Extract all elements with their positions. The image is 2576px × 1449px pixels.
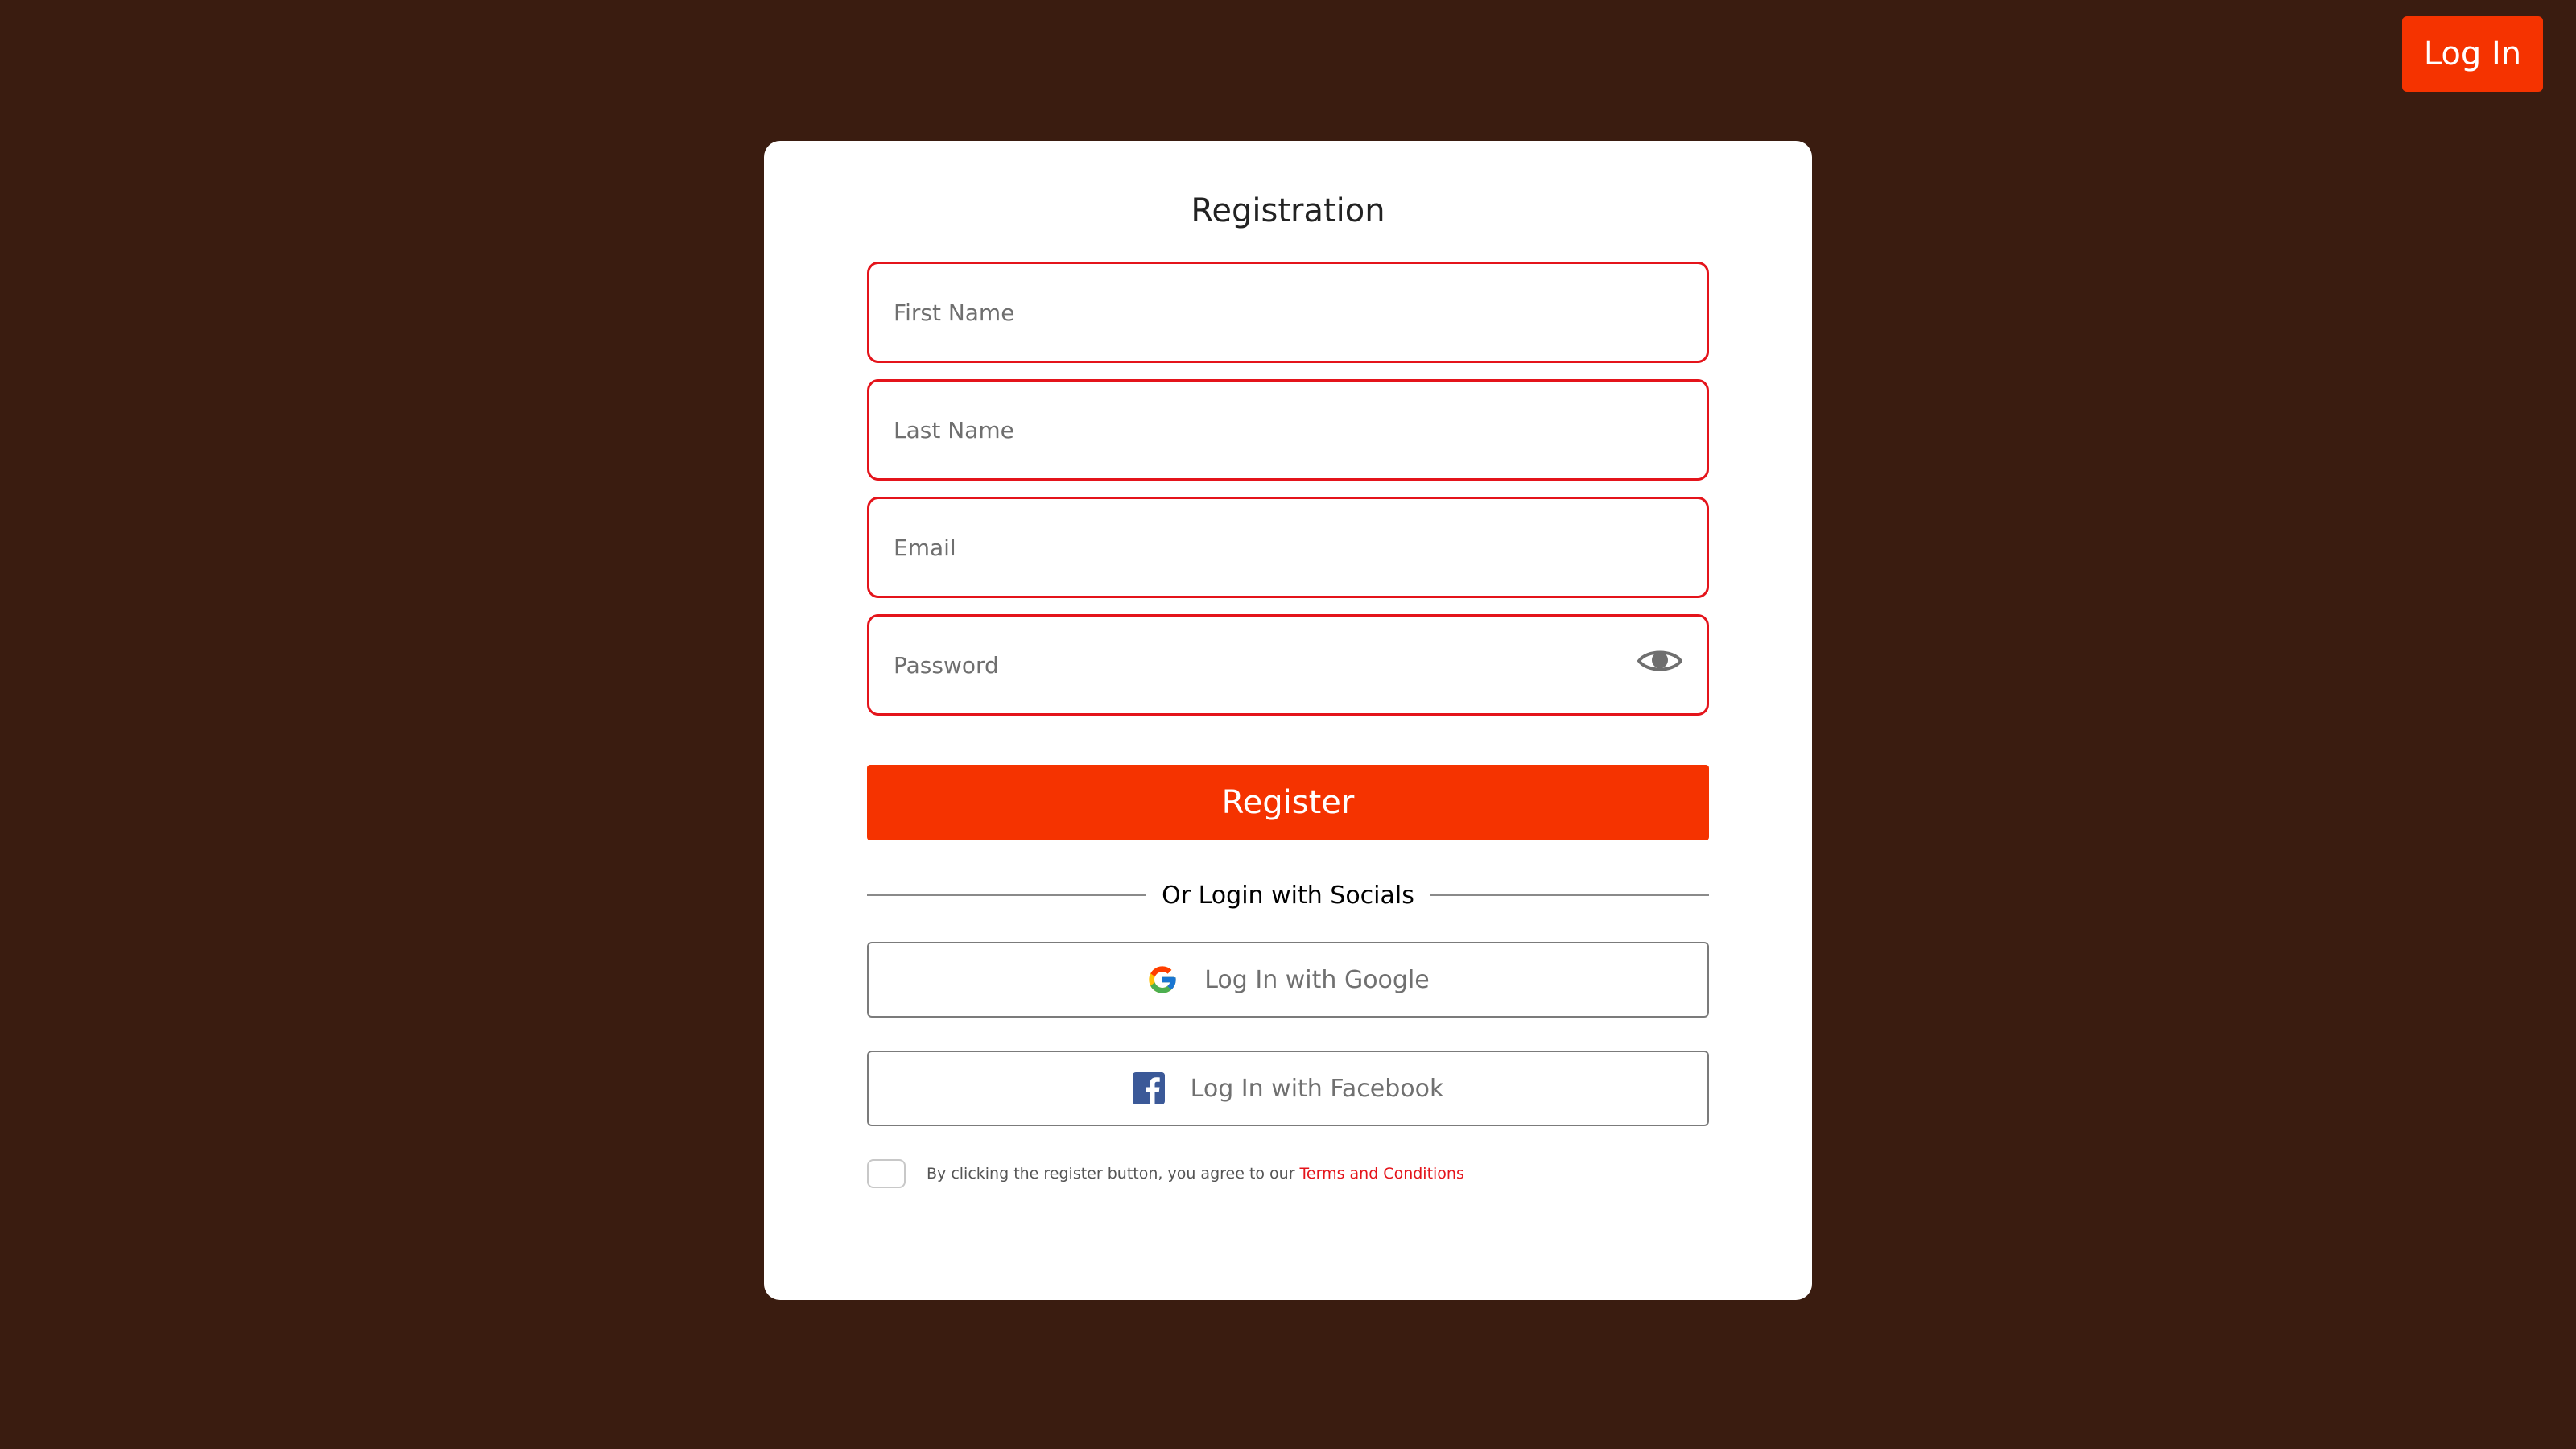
eye-icon[interactable]: [1637, 645, 1683, 677]
email-field[interactable]: [867, 497, 1709, 598]
first-name-field[interactable]: [867, 262, 1709, 363]
password-input[interactable]: [869, 617, 1707, 713]
terms-text: By clicking the register button, you agr…: [927, 1165, 1295, 1183]
facebook-icon: [1132, 1072, 1165, 1104]
email-input[interactable]: [869, 499, 1707, 596]
terms-link[interactable]: Terms and Conditions: [1300, 1165, 1464, 1183]
divider-line-left: [867, 894, 1146, 896]
first-name-input[interactable]: [869, 264, 1707, 361]
register-button[interactable]: Register: [867, 765, 1709, 840]
page-title: Registration: [1191, 192, 1385, 229]
password-field[interactable]: [867, 614, 1709, 716]
header-login-button[interactable]: Log In: [2402, 16, 2543, 92]
google-login-button[interactable]: Log In with Google: [867, 942, 1709, 1018]
last-name-input[interactable]: [869, 382, 1707, 478]
terms-row: By clicking the register button, you agr…: [867, 1158, 1464, 1190]
divider-text: Or Login with Socials: [1162, 881, 1414, 910]
last-name-field[interactable]: [867, 379, 1709, 481]
facebook-login-button[interactable]: Log In with Facebook: [867, 1051, 1709, 1126]
terms-checkbox[interactable]: [867, 1159, 906, 1188]
social-divider: Or Login with Socials: [867, 875, 1709, 915]
google-login-label: Log In with Google: [1204, 965, 1430, 994]
divider-line-right: [1430, 894, 1709, 896]
facebook-login-label: Log In with Facebook: [1190, 1074, 1444, 1103]
google-icon: [1146, 964, 1179, 996]
registration-card: Registration Register Or Login with Soci…: [764, 141, 1812, 1300]
